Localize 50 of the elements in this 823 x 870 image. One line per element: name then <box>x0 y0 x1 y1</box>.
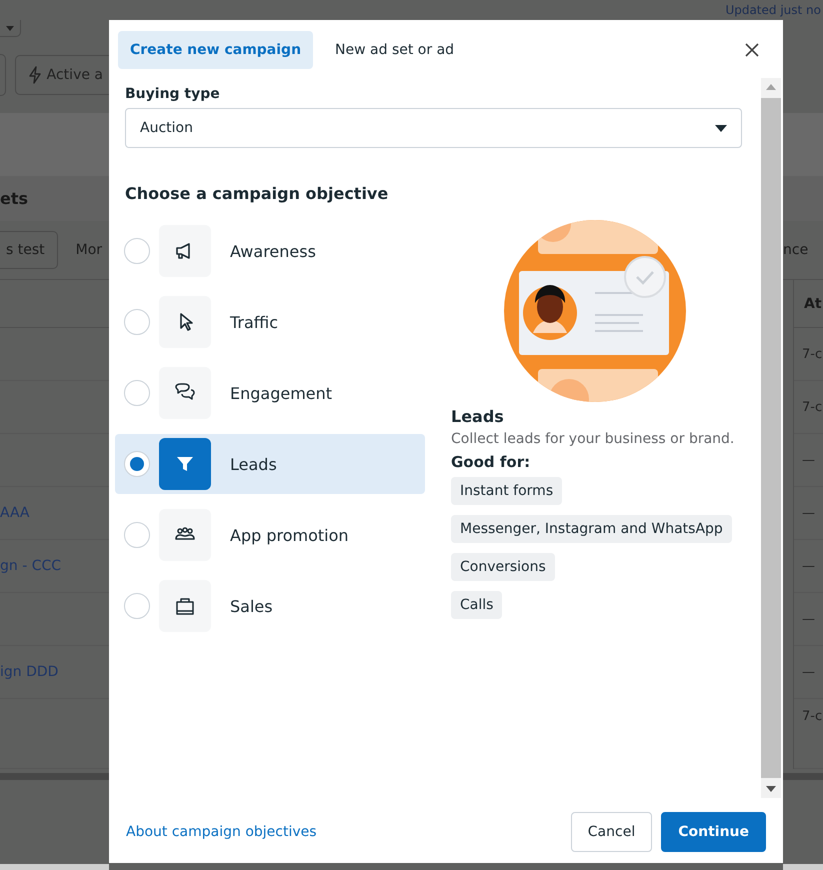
table-cell-text: — <box>801 612 815 626</box>
table-cell-text: — <box>801 506 815 520</box>
radio-button[interactable] <box>124 522 150 548</box>
objective-option[interactable]: Traffic <box>115 292 425 352</box>
table-cell-text: 7-c <box>801 346 822 362</box>
table-cell-text: 7-c <box>801 400 822 414</box>
caret-icon <box>6 26 14 30</box>
radio-button[interactable] <box>124 380 150 406</box>
filter-button[interactable]: s test <box>0 231 58 269</box>
caret-icon <box>715 124 727 132</box>
objective-option[interactable]: Leads <box>115 434 425 494</box>
table-cell-text: — <box>801 664 815 680</box>
filter-tab[interactable]: Mor <box>76 242 102 258</box>
dropdown-button[interactable] <box>0 20 21 37</box>
help-link[interactable]: About campaign objectives <box>126 824 317 840</box>
tag: Instant forms <box>451 477 562 505</box>
tag: Conversions <box>451 553 555 581</box>
section-heading: Choose a campaign objective <box>125 184 390 203</box>
objective-option[interactable]: Engagement <box>115 363 425 423</box>
radio-button[interactable] <box>124 451 150 477</box>
tag: Messenger, Instagram and WhatsApp <box>451 515 732 543</box>
cancel-button[interactable]: Cancel <box>570 812 652 852</box>
down-arrow-icon[interactable] <box>766 786 776 792</box>
field-label: Buying type <box>125 86 221 102</box>
close-icon[interactable] <box>744 42 760 58</box>
horizontal-scrollbar[interactable] <box>783 773 823 780</box>
up-arrow-icon[interactable] <box>766 84 776 90</box>
table-cell-text: 7-c <box>801 709 822 724</box>
objective-title: Leads <box>451 407 505 426</box>
filter-tab[interactable]: nce <box>783 242 808 258</box>
radio-button[interactable] <box>124 238 150 264</box>
horizontal-scrollbar[interactable] <box>0 773 109 780</box>
objective-option[interactable]: Sales <box>115 576 425 636</box>
continue-button[interactable]: Continue <box>661 812 766 852</box>
tab[interactable]: Create new campaign <box>118 31 314 69</box>
column-header: At <box>803 296 822 312</box>
tag: Calls <box>451 591 502 619</box>
update-status: Updated just no <box>725 3 821 17</box>
section-title: ets <box>0 189 28 208</box>
lightning-icon <box>28 66 42 84</box>
objective-option[interactable]: Awareness <box>115 221 425 281</box>
buying-type-select[interactable]: Auction <box>125 108 742 148</box>
good-for-label: Good for: <box>451 453 532 471</box>
tab[interactable]: New ad set or ad <box>323 31 466 69</box>
radio-button[interactable] <box>124 309 150 335</box>
objective-option[interactable]: App promotion <box>115 505 425 565</box>
radio-button[interactable] <box>124 593 150 619</box>
table-cell-text: — <box>801 452 815 468</box>
table-cell-text: — <box>801 558 815 574</box>
objective-description: Collect leads for your business or brand. <box>451 431 736 447</box>
